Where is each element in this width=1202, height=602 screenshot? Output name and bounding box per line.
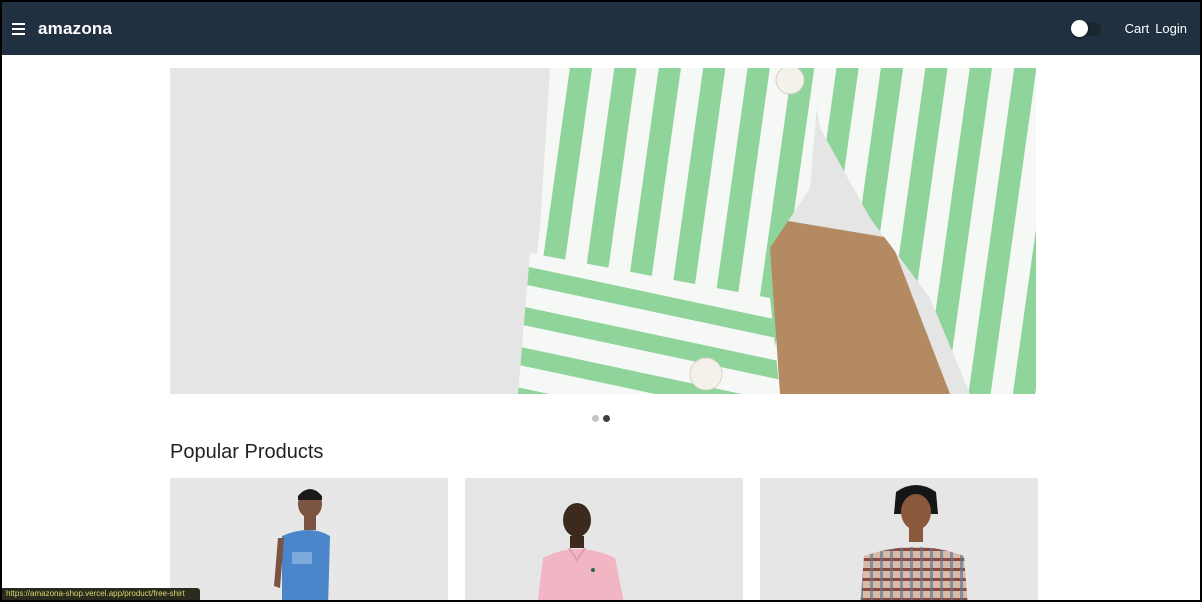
cart-link[interactable]: Cart [1125,21,1150,36]
navbar-actions: Cart Login [1070,19,1187,37]
product-image [170,478,448,600]
section-title: Popular Products [170,441,324,463]
product-image [760,478,1038,600]
product-card[interactable] [760,478,1038,600]
product-card[interactable] [170,478,448,600]
hero-shirt-image [170,68,1036,394]
product-image [465,478,743,600]
toggle-knob [1070,19,1088,37]
login-link[interactable]: Login [1155,21,1187,36]
dark-mode-toggle[interactable] [1070,19,1101,37]
product-card[interactable] [465,478,743,600]
carousel-dot-1[interactable] [592,415,599,422]
carousel-indicators [592,415,610,422]
status-bar-url: https://amazona-shop.vercel.app/product/… [2,588,200,600]
hero-carousel-slide[interactable] [170,68,1036,394]
carousel-dot-2[interactable] [603,415,610,422]
browser-viewport: amazona Cart Login Popular Products http… [0,0,1202,602]
brand-logo[interactable]: amazona [38,19,112,39]
top-navbar: amazona Cart Login [2,2,1200,55]
hamburger-menu-icon[interactable] [12,19,32,39]
